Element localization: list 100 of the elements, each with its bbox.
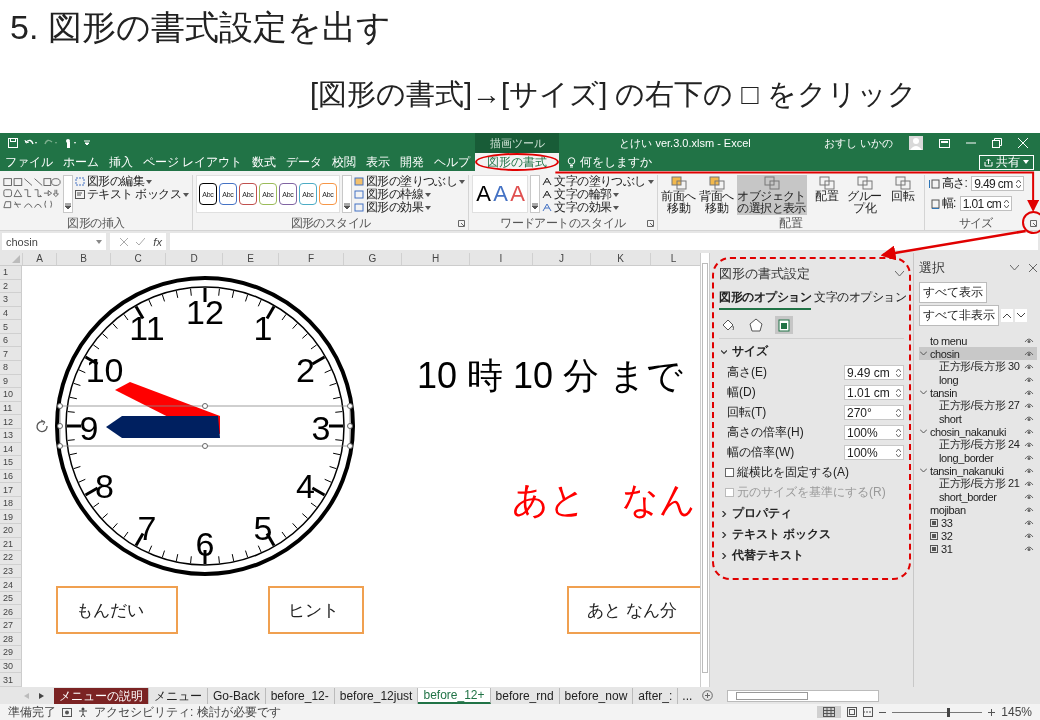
- vertical-scrollbar[interactable]: [700, 253, 710, 687]
- minute-hand[interactable]: [106, 416, 220, 438]
- spinner-icon[interactable]: [896, 448, 901, 457]
- name-box[interactable]: chosin: [2, 233, 106, 250]
- shape-format-command[interactable]: 図形の塗りつぶし: [353, 175, 466, 188]
- chevron-icon[interactable]: [920, 468, 927, 473]
- touch-mode-icon[interactable]: [64, 138, 78, 148]
- spin-field[interactable]: 270°: [844, 405, 904, 420]
- column-header[interactable]: A: [22, 253, 56, 265]
- restore-icon[interactable]: [992, 138, 1002, 148]
- section-header[interactable]: テキスト ボックス: [721, 526, 832, 543]
- lightbulb-icon[interactable]: [567, 156, 577, 168]
- selection-list-item[interactable]: chosin_nakanuki: [930, 425, 1021, 438]
- page-layout-icon[interactable]: [847, 707, 858, 717]
- pane-icon-tab[interactable]: [747, 316, 765, 334]
- arrange-button[interactable]: オブジェクトの選択と表示: [736, 175, 807, 215]
- spinner-icon[interactable]: [1015, 179, 1021, 188]
- eye-icon[interactable]: [1024, 402, 1034, 409]
- visibility-button[interactable]: すべて表示: [919, 282, 987, 303]
- selection-list-item[interactable]: 正方形/長方形 27: [939, 398, 1021, 413]
- column-header[interactable]: I: [469, 253, 532, 265]
- row-header[interactable]: 31: [0, 673, 22, 687]
- ribbon-tab[interactable]: ヘルプ: [429, 153, 476, 171]
- arrange-button[interactable]: 背面へ移動: [698, 175, 735, 215]
- zoom-level[interactable]: 145%: [1001, 705, 1032, 719]
- column-header[interactable]: J: [532, 253, 590, 265]
- row-header[interactable]: 12: [0, 415, 22, 429]
- chevron-icon[interactable]: [920, 429, 927, 434]
- save-icon[interactable]: [8, 138, 18, 148]
- sheet-tab[interactable]: before_rnd: [490, 687, 560, 704]
- ribbon-tab[interactable]: ページ レイアウト: [138, 153, 248, 171]
- column-header[interactable]: B: [56, 253, 110, 265]
- zoom-slider-thumb[interactable]: [947, 707, 951, 717]
- shape-format-command[interactable]: 図形の枠線: [353, 188, 466, 201]
- next-sheet-icon[interactable]: [39, 692, 44, 699]
- selection-list-item[interactable]: 33: [941, 516, 1021, 529]
- section-header[interactable]: 代替テキスト: [721, 547, 804, 564]
- spin-field[interactable]: 100%: [844, 445, 904, 460]
- eye-icon[interactable]: [1024, 428, 1034, 435]
- gallery-more-button[interactable]: [341, 175, 352, 213]
- bring-forward-button[interactable]: [1001, 309, 1013, 322]
- column-header[interactable]: F: [278, 253, 343, 265]
- eye-icon[interactable]: [1024, 441, 1034, 448]
- row-header[interactable]: 29: [0, 646, 22, 660]
- checkbox[interactable]: [725, 468, 734, 477]
- row-header[interactable]: 7: [0, 347, 22, 362]
- column-header[interactable]: C: [110, 253, 165, 265]
- ribbon-tab[interactable]: 挿入: [104, 153, 138, 171]
- section-header[interactable]: プロパティ: [721, 505, 792, 522]
- macro-record-icon[interactable]: [62, 707, 72, 717]
- eye-icon[interactable]: [1024, 389, 1034, 396]
- selection-list-item[interactable]: long: [939, 373, 1021, 386]
- row-header[interactable]: 8: [0, 361, 22, 375]
- pane-icon-tab[interactable]: [775, 316, 793, 334]
- arrange-button[interactable]: グループ化: [846, 175, 883, 215]
- ribbon-tab[interactable]: 開発: [395, 153, 430, 171]
- dialog-launcher-icon[interactable]: [458, 220, 466, 227]
- wordart-preset[interactable]: A: [510, 178, 525, 210]
- eye-icon[interactable]: [1024, 506, 1034, 513]
- visibility-button[interactable]: すべて非表示: [919, 305, 999, 326]
- accessibility-icon[interactable]: [78, 707, 88, 717]
- arrange-button[interactable]: 配置: [808, 175, 845, 203]
- column-header[interactable]: E: [222, 253, 278, 265]
- eye-icon[interactable]: [1024, 454, 1034, 461]
- row-header[interactable]: 26: [0, 605, 22, 620]
- sheet-tab[interactable]: メニュー: [149, 687, 208, 704]
- gallery-more-button[interactable]: [63, 175, 73, 213]
- sheet-tab[interactable]: before_12+: [418, 687, 491, 704]
- selection-list-item[interactable]: 正方形/長方形 30: [939, 359, 1021, 374]
- chevron-icon[interactable]: [920, 390, 927, 395]
- text-format-command[interactable]: 文字の効果: [542, 201, 654, 214]
- horizontal-scrollbar[interactable]: [727, 689, 880, 702]
- eye-icon[interactable]: [1024, 519, 1034, 526]
- eye-icon[interactable]: [1024, 493, 1034, 500]
- column-header[interactable]: H: [401, 253, 469, 265]
- accessibility-status[interactable]: アクセシビリティ: 検討が必要です: [94, 703, 281, 720]
- row-header[interactable]: 3: [0, 293, 22, 307]
- text-format-command[interactable]: 文字の輪郭: [542, 188, 654, 201]
- row-header[interactable]: 10: [0, 388, 22, 402]
- eye-icon[interactable]: [1024, 532, 1034, 539]
- sheet-tab[interactable]: after_:: [633, 687, 679, 704]
- row-header[interactable]: 1: [0, 266, 22, 280]
- sheet-shape-button[interactable]: あと なん分: [567, 586, 700, 634]
- eye-icon[interactable]: [1024, 337, 1034, 344]
- pane-tab[interactable]: 文字のオプション: [814, 289, 906, 310]
- selection-list-item[interactable]: short_border: [939, 490, 1021, 503]
- eye-icon[interactable]: [1024, 415, 1034, 422]
- eye-icon[interactable]: [1024, 376, 1034, 383]
- ribbon-tab[interactable]: 表示: [361, 153, 396, 171]
- size-input[interactable]: 1.01 cm: [959, 196, 1013, 211]
- ribbon-tab[interactable]: ファイル: [0, 153, 58, 171]
- row-header[interactable]: 27: [0, 619, 22, 633]
- pane-tab[interactable]: 図形のオプション: [719, 289, 811, 310]
- arrange-button[interactable]: 前面へ移動: [660, 175, 697, 215]
- sheet-shape-button[interactable]: もんだい: [56, 586, 178, 634]
- pane-options-icon[interactable]: [895, 271, 904, 277]
- caret-icon[interactable]: [96, 239, 102, 244]
- spinner-icon[interactable]: [896, 428, 901, 437]
- zoom-in-icon[interactable]: [988, 708, 996, 716]
- ribbon-tab[interactable]: 図形の書式: [475, 153, 560, 171]
